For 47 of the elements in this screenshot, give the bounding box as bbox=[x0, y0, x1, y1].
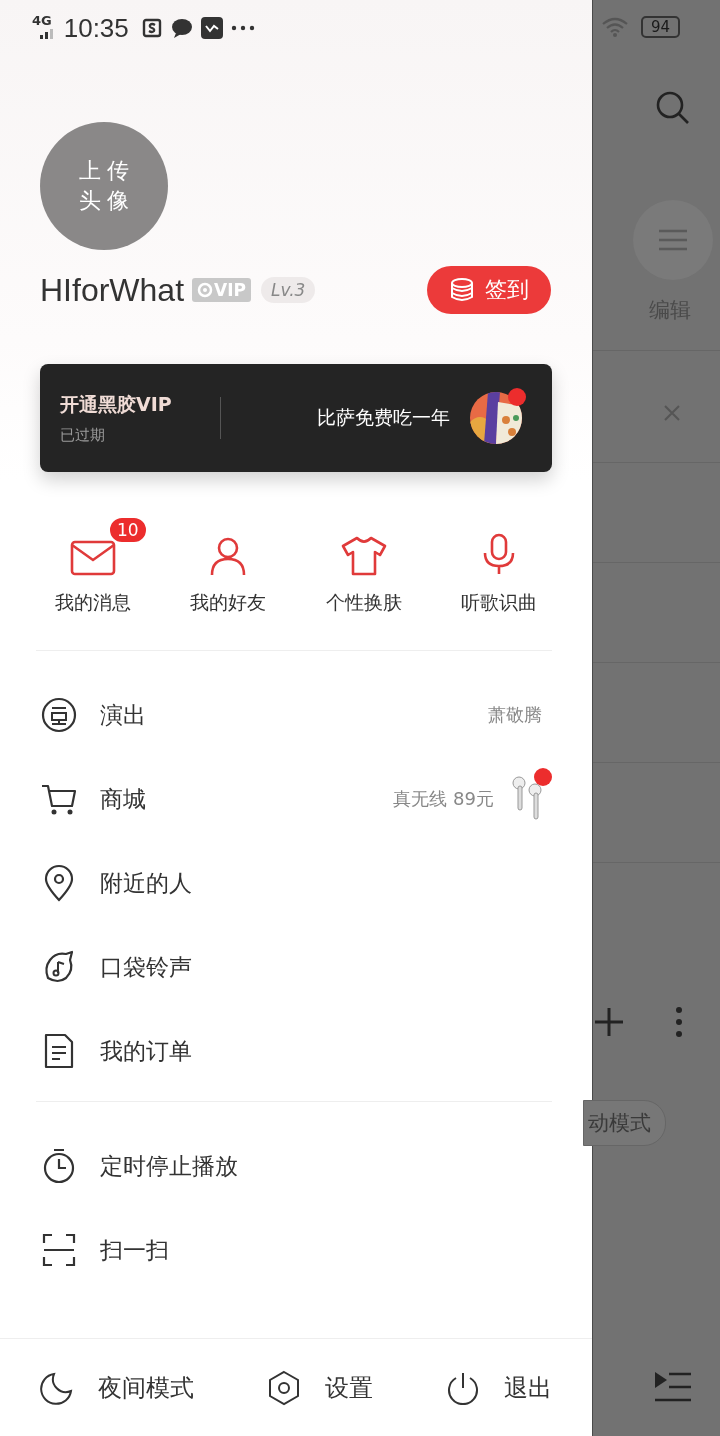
network-label: 4G bbox=[32, 12, 52, 28]
battery-indicator: 94 bbox=[641, 16, 681, 38]
signal-icon bbox=[39, 27, 54, 39]
bottom-bar-button[interactable]: 夜间模式 bbox=[40, 1370, 194, 1405]
playlist-icon bbox=[653, 1370, 693, 1404]
menu-item-detail: 萧敬腾 bbox=[488, 703, 542, 727]
username: HIforWhat bbox=[40, 271, 185, 309]
menu-item[interactable]: 附近的人 bbox=[0, 841, 592, 925]
menu-item[interactable]: 商城 真无线 89元 bbox=[0, 757, 592, 841]
promo-text: 比萨免费吃一年 bbox=[317, 405, 450, 430]
search-icon bbox=[655, 90, 691, 126]
shortcut-button[interactable]: 听歌识曲 bbox=[440, 530, 558, 616]
settings-icon bbox=[267, 1369, 301, 1406]
mode-chip: 动模式 bbox=[583, 1100, 666, 1146]
bottom-bar-button[interactable]: 设置 bbox=[267, 1369, 373, 1406]
app-icon bbox=[200, 17, 223, 39]
vip-status: 已过期 bbox=[60, 425, 106, 445]
more-icon bbox=[675, 1006, 683, 1038]
shortcut-button[interactable]: 个性换肤 bbox=[304, 530, 423, 616]
menu-item[interactable]: 口袋铃声 bbox=[0, 925, 592, 1009]
checkin-button[interactable]: 签到 bbox=[427, 266, 551, 314]
close-icon bbox=[663, 404, 681, 422]
chat-icon bbox=[170, 18, 193, 38]
microphone-icon bbox=[481, 532, 517, 576]
vip-title: 开通黑胶VIP bbox=[60, 391, 173, 417]
menu-item[interactable]: 我的订单 bbox=[0, 1009, 592, 1093]
person-icon bbox=[209, 536, 248, 576]
shortcut-button[interactable]: 我的好友 bbox=[169, 530, 288, 616]
notification-icon bbox=[140, 17, 163, 39]
menu-item[interactable]: 演出 萧敬腾 bbox=[0, 673, 592, 757]
avatar-upload-button[interactable]: 上 传 头 像 bbox=[40, 122, 168, 250]
level-badge: Lv.3 bbox=[261, 277, 316, 303]
coins-icon bbox=[449, 277, 475, 303]
vip-card[interactable]: 开通黑胶VIP 已过期 比萨免费吃一年 bbox=[40, 364, 552, 472]
more-icon bbox=[230, 25, 255, 31]
clock: 10:35 bbox=[63, 12, 129, 44]
add-icon bbox=[593, 1006, 625, 1038]
menu-item-detail: 真无线 89元 bbox=[393, 787, 494, 811]
menu-item[interactable]: 扫一扫 bbox=[0, 1208, 592, 1292]
moon-icon bbox=[40, 1370, 74, 1405]
mail-icon bbox=[70, 540, 116, 576]
count-badge: 10 bbox=[108, 516, 148, 544]
power-icon bbox=[446, 1370, 480, 1405]
ticket-icon bbox=[40, 696, 78, 734]
scan-icon bbox=[40, 1231, 78, 1269]
bottom-bar-button[interactable]: 退出 bbox=[446, 1370, 552, 1405]
shirt-icon bbox=[340, 536, 387, 576]
